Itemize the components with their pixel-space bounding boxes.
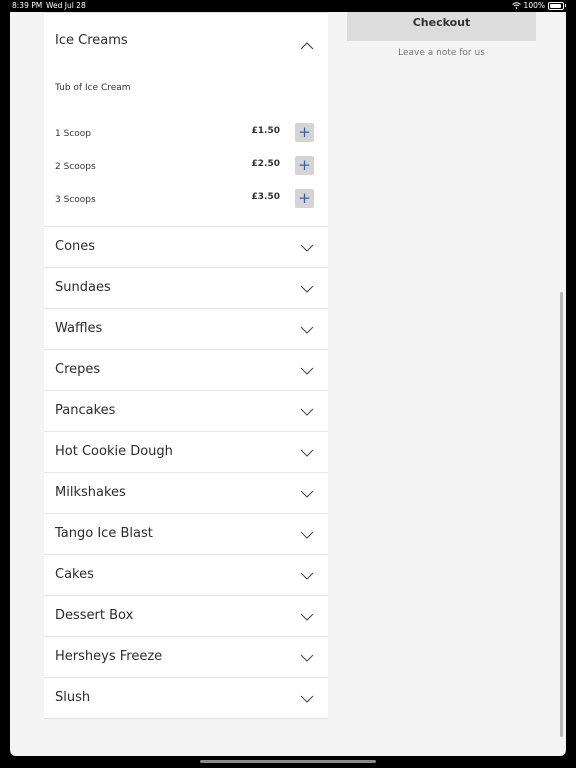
category-title: Milkshakes: [55, 485, 126, 500]
category-row[interactable]: Hot Cookie Dough: [44, 432, 328, 473]
chevron-down-icon: [300, 654, 314, 662]
category-title: Cakes: [55, 567, 94, 582]
chevron-down-icon: [300, 449, 314, 457]
item-label: 3 Scoops: [55, 195, 96, 205]
category-row[interactable]: Tango Ice Blast: [44, 514, 328, 555]
category-title: Dessert Box: [55, 608, 134, 623]
category-row[interactable]: Crepes: [44, 350, 328, 391]
category-row[interactable]: Hersheys Freeze: [44, 637, 328, 678]
menu-list: Ice Creams Tub of Ice Cream 1 Scoop £1.5…: [44, 12, 328, 719]
item-label: 1 Scoop: [55, 129, 91, 139]
chevron-down-icon: [300, 572, 314, 580]
category-row[interactable]: Cones: [44, 227, 328, 268]
chevron-down-icon: [300, 367, 314, 375]
category-row[interactable]: Dessert Box: [44, 596, 328, 637]
home-indicator[interactable]: [200, 760, 376, 763]
category-title: Pancakes: [55, 403, 116, 418]
category-title: Hersheys Freeze: [55, 649, 163, 664]
leave-note-link[interactable]: Leave a note for us: [347, 48, 536, 58]
chevron-down-icon: [300, 695, 314, 703]
chevron-down-icon: [300, 244, 314, 252]
scrollbar[interactable]: [560, 292, 563, 737]
menu-item: 1 Scoop £1.50 +: [55, 123, 314, 143]
category-row[interactable]: Milkshakes: [44, 473, 328, 514]
add-item-button[interactable]: +: [295, 156, 314, 175]
menu-item: 3 Scoops £3.50 +: [55, 189, 314, 209]
item-price: £2.50: [251, 159, 280, 169]
chevron-down-icon: [300, 408, 314, 416]
category-title: Crepes: [55, 362, 101, 377]
add-item-button[interactable]: +: [295, 189, 314, 208]
subcategory-title: Tub of Ice Cream: [55, 83, 131, 93]
category-title: Tango Ice Blast: [55, 526, 153, 541]
category-row[interactable]: Cakes: [44, 555, 328, 596]
chevron-up-icon[interactable]: [300, 39, 314, 53]
category-title: Slush: [55, 690, 91, 705]
chevron-down-icon: [300, 531, 314, 539]
chevron-down-icon: [300, 613, 314, 621]
category-row[interactable]: Pancakes: [44, 391, 328, 432]
status-right: 100%: [511, 1, 566, 10]
category-title: Sundaes: [55, 280, 111, 295]
category-row[interactable]: Sundaes: [44, 268, 328, 309]
chevron-down-icon: [300, 490, 314, 498]
chevron-down-icon: [300, 326, 314, 334]
item-label: 2 Scoops: [55, 162, 96, 172]
checkout-button[interactable]: Checkout: [347, 12, 536, 41]
category-ice-creams: Ice Creams Tub of Ice Cream 1 Scoop £1.5…: [44, 12, 328, 227]
battery-tip: [565, 4, 566, 7]
item-price: £3.50: [251, 192, 280, 202]
category-title: Waffles: [55, 321, 103, 336]
item-price: £1.50: [251, 126, 280, 136]
category-row[interactable]: Waffles: [44, 309, 328, 350]
battery-icon: [548, 1, 564, 10]
wifi-icon: [511, 2, 521, 9]
add-item-button[interactable]: +: [295, 123, 314, 142]
category-row[interactable]: Slush: [44, 678, 328, 719]
status-date: Wed Jul 28: [46, 1, 86, 10]
category-title: Hot Cookie Dough: [55, 444, 173, 459]
battery-percent: 100%: [523, 1, 545, 10]
menu-item: 2 Scoops £2.50 +: [55, 156, 314, 176]
category-title[interactable]: Ice Creams: [55, 33, 128, 48]
category-title: Cones: [55, 239, 96, 254]
status-time: 8:39 PM: [12, 1, 43, 10]
app-screen: Ice Creams Tub of Ice Cream 1 Scoop £1.5…: [10, 12, 566, 756]
status-bar: 8:39 PM Wed Jul 28 100%: [0, 0, 576, 12]
chevron-down-icon: [300, 285, 314, 293]
